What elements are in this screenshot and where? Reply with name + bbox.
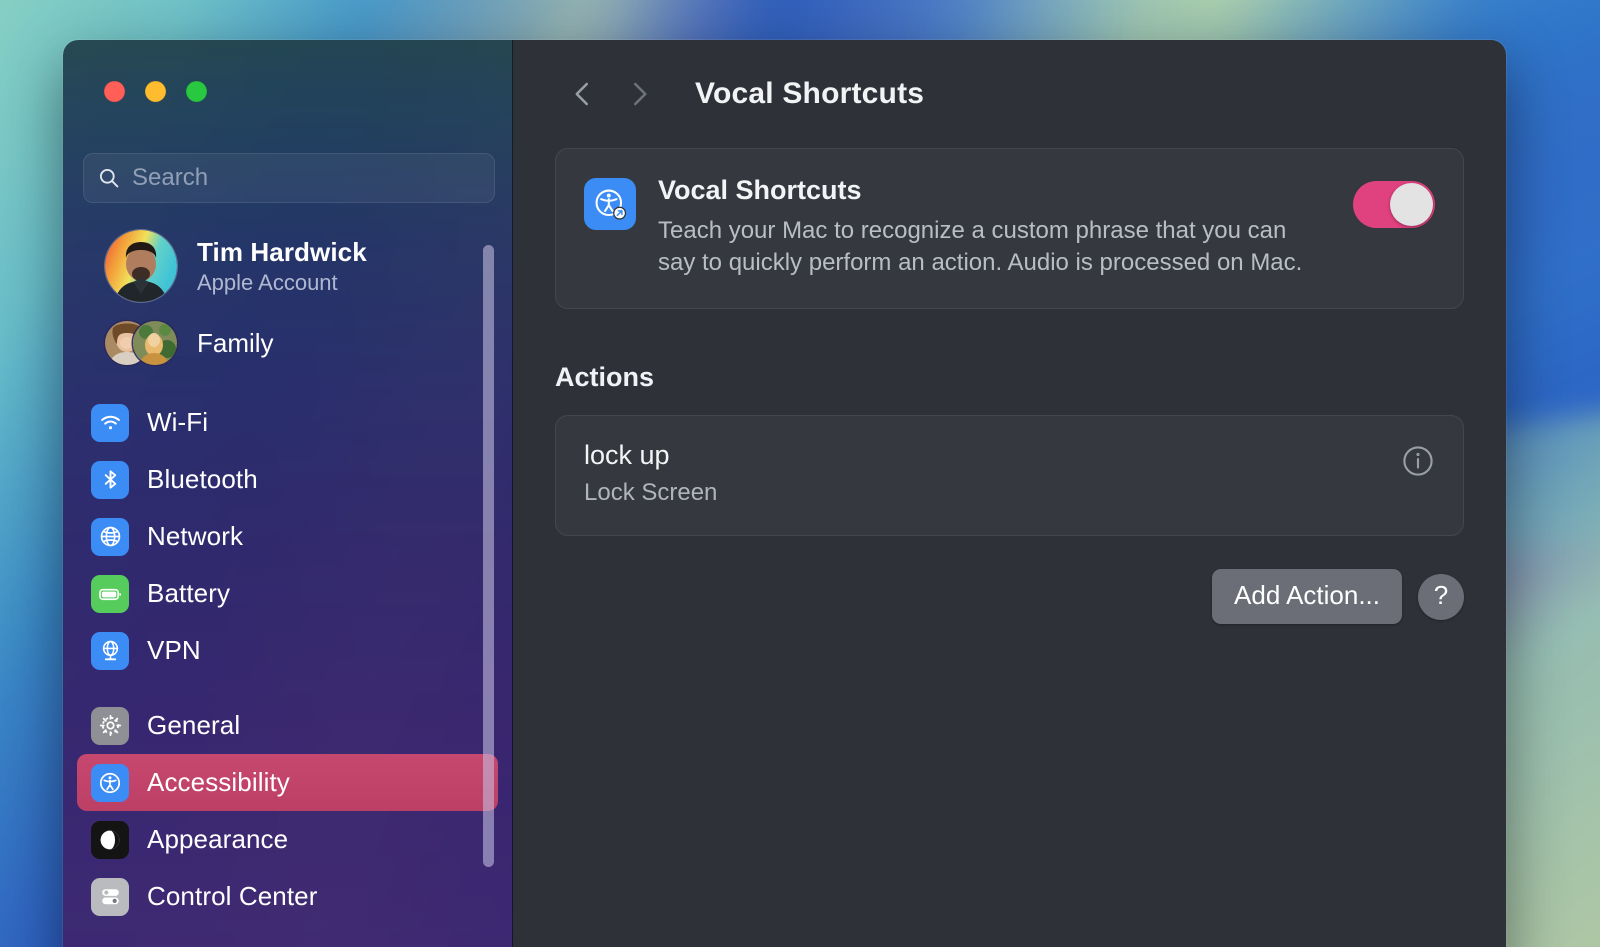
help-button[interactable]: ? xyxy=(1418,573,1464,620)
sidebar-item-family[interactable]: Family xyxy=(77,310,498,376)
avatar xyxy=(105,230,177,302)
actions-card: lock up Lock Screen xyxy=(555,415,1464,537)
accessibility-icon xyxy=(91,763,129,802)
search-icon xyxy=(98,167,120,189)
gear-icon xyxy=(91,706,129,745)
sidebar-item-label: Wi-Fi xyxy=(147,407,209,437)
sidebar-item-label: Family xyxy=(197,327,274,358)
info-circle-icon[interactable] xyxy=(1401,444,1435,478)
sidebar-item-accessibility[interactable]: Accessibility xyxy=(77,754,498,811)
sidebar-item-label: VPN xyxy=(147,635,201,665)
sidebar-item-vpn[interactable]: VPN xyxy=(77,622,498,679)
sidebar-item-label: General xyxy=(147,710,241,740)
sidebar-item-apple-account[interactable]: Tim Hardwick Apple Account xyxy=(77,220,498,310)
content-header: Vocal Shortcuts xyxy=(513,40,1506,148)
sidebar-item-label: Control Center xyxy=(147,881,318,911)
content-pane: Vocal Shortcuts Vocal Shortcuts Teach yo… xyxy=(513,40,1506,947)
sidebar-item-label: Bluetooth xyxy=(147,464,258,494)
minimize-window-button[interactable] xyxy=(145,81,166,102)
sidebar-item-appearance[interactable]: Appearance xyxy=(77,811,498,868)
sidebar-group-system: General Accessibility Appearance Control… xyxy=(63,697,512,925)
chevron-right-icon[interactable] xyxy=(611,66,667,122)
sidebar-item-label: Appearance xyxy=(147,824,289,854)
sidebar-item-wi-fi[interactable]: Wi-Fi xyxy=(77,394,498,451)
sidebar: Tim Hardwick Apple Account xyxy=(63,40,513,947)
chevron-left-icon[interactable] xyxy=(555,66,611,122)
account-subtitle: Apple Account xyxy=(197,269,338,295)
action-texts: lock up Lock Screen xyxy=(584,440,1401,507)
system-settings-window: Tim Hardwick Apple Account xyxy=(63,40,1506,947)
sidebar-item-bluetooth[interactable]: Bluetooth xyxy=(77,451,498,508)
sidebar-item-control-center[interactable]: Control Center xyxy=(77,868,498,925)
toggle-knob xyxy=(1390,183,1433,226)
close-window-button[interactable] xyxy=(104,81,125,102)
content-footer: Add Action... ? xyxy=(513,569,1464,625)
vocal-shortcuts-title: Vocal Shortcuts xyxy=(658,175,862,205)
sidebar-item-general[interactable]: General xyxy=(77,697,498,754)
family-avatar xyxy=(133,321,177,365)
wifi-icon xyxy=(91,403,129,442)
appearance-icon xyxy=(91,820,129,859)
sidebar-scroll-area: Tim Hardwick Apple Account Family Wi-Fi … xyxy=(63,220,512,947)
traffic-lights xyxy=(104,81,207,102)
actions-heading: Actions xyxy=(555,362,655,393)
sidebar-item-label: Accessibility xyxy=(147,767,290,797)
sidebar-scrollbar[interactable] xyxy=(483,245,494,867)
battery-icon xyxy=(91,574,129,613)
family-avatars xyxy=(105,321,177,365)
page-title: Vocal Shortcuts xyxy=(695,77,925,110)
control-center-icon xyxy=(91,877,129,916)
globe-icon xyxy=(91,517,129,556)
sidebar-item-battery[interactable]: Battery xyxy=(77,565,498,622)
action-row[interactable]: lock up Lock Screen xyxy=(556,416,1463,535)
vpn-globe-icon xyxy=(91,631,129,670)
vocal-shortcuts-toggle[interactable] xyxy=(1353,181,1435,228)
add-action-button[interactable]: Add Action... xyxy=(1212,569,1402,625)
sidebar-item-label: Network xyxy=(147,521,244,551)
sidebar-item-network[interactable]: Network xyxy=(77,508,498,565)
search-field[interactable] xyxy=(83,153,495,203)
action-phrase: lock up xyxy=(584,440,670,471)
maximize-window-button[interactable] xyxy=(186,81,207,102)
search-input[interactable] xyxy=(132,164,480,192)
vocal-shortcuts-card: Vocal Shortcuts Teach your Mac to recogn… xyxy=(555,148,1464,310)
accessibility-vocal-icon xyxy=(584,178,636,230)
sidebar-group-connectivity: Wi-Fi Bluetooth Network Battery VPN xyxy=(63,394,512,679)
sidebar-item-label: Battery xyxy=(147,578,231,608)
bluetooth-icon xyxy=(91,460,129,499)
vocal-shortcuts-description: Teach your Mac to recognize a custom phr… xyxy=(658,217,1303,276)
action-target: Lock Screen xyxy=(584,479,718,507)
desktop-wallpaper: Tim Hardwick Apple Account xyxy=(0,0,1600,947)
vocal-shortcuts-texts: Vocal Shortcuts Teach your Mac to recogn… xyxy=(658,175,1331,278)
account-name: Tim Hardwick xyxy=(197,236,367,267)
